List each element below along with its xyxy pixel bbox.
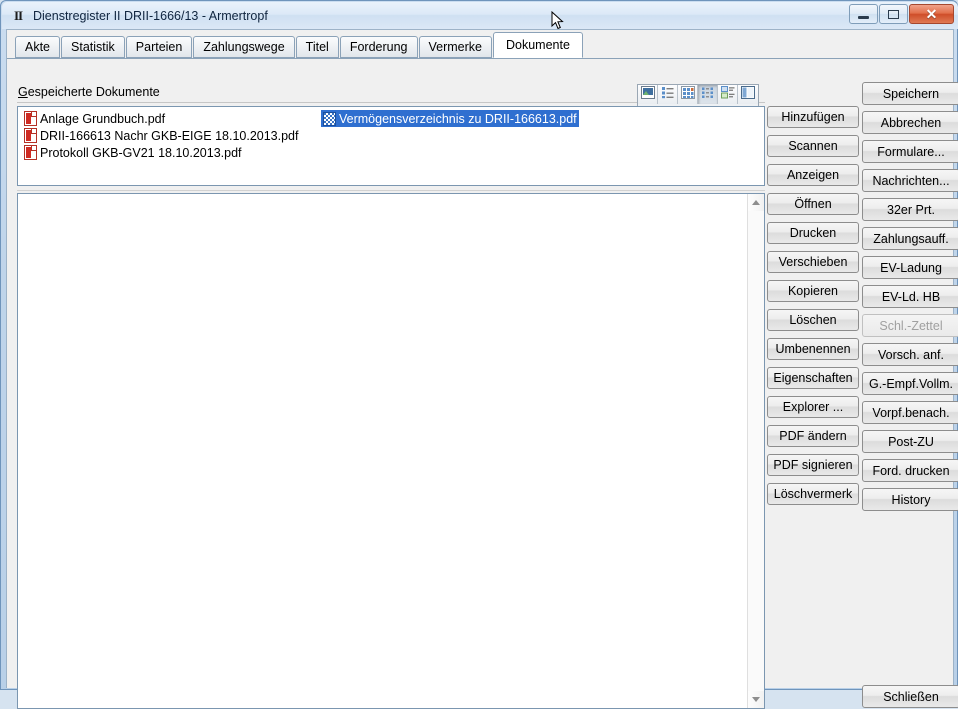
- tab-vermerke[interactable]: Vermerke: [418, 36, 492, 58]
- document-list-panel[interactable]: Anlage Grundbuch.pdf DRII-166613 Nachr G…: [17, 106, 765, 186]
- add-button[interactable]: Hinzufügen: [767, 106, 859, 128]
- pdf-file-icon: [24, 111, 37, 126]
- chevron-down-icon: [752, 697, 760, 702]
- window-title: Dienstregister II DRII-1666/13 - Armertr…: [33, 8, 268, 23]
- pdf-file-icon: [24, 145, 37, 160]
- document-column-right: Vermögensverzeichnis zu DRII-166613.pdf: [321, 110, 579, 127]
- view-mode-toolbar: [637, 84, 759, 107]
- client-area: Akte Statistik Parteien Zahlungswege Tit…: [6, 29, 958, 709]
- details-view-button[interactable]: [718, 85, 738, 104]
- restore-button[interactable]: [879, 4, 908, 24]
- group-label-text: espeicherte Dokumente: [27, 85, 160, 99]
- list-item-selected[interactable]: Vermögensverzeichnis zu DRII-166613.pdf: [321, 110, 579, 127]
- close-button[interactable]: ✕: [909, 4, 954, 24]
- save-button[interactable]: Speichern: [862, 82, 958, 105]
- scroll-down-button[interactable]: [748, 691, 764, 708]
- ev-ladung-button[interactable]: EV-Ladung: [862, 256, 958, 279]
- list-item[interactable]: Protokoll GKB-GV21 18.10.2013.pdf: [22, 144, 300, 161]
- tab-parteien[interactable]: Parteien: [125, 36, 193, 58]
- document-name: DRII-166613 Nachr GKB-EIGE 18.10.2013.pd…: [40, 128, 299, 143]
- forms-button[interactable]: Formulare...: [862, 140, 958, 163]
- tab-dokumente[interactable]: Dokumente: [493, 32, 583, 58]
- display-button[interactable]: Anzeigen: [767, 164, 859, 186]
- thumbnails-view-icon: [640, 85, 655, 104]
- group-label-accel: G: [18, 85, 28, 99]
- group-label: Gespeicherte Dokumente: [18, 85, 160, 99]
- ford-drucken-button[interactable]: Ford. drucken: [862, 459, 958, 482]
- application-window: II Dienstregister II DRII-1666/13 - Arme…: [0, 0, 958, 709]
- messages-button[interactable]: Nachrichten...: [862, 169, 958, 192]
- tiles-view-icon: [661, 86, 675, 104]
- delete-button[interactable]: Löschen: [767, 309, 859, 331]
- action-button-column: Hinzufügen Scannen Anzeigen Öffnen Druck…: [767, 106, 859, 512]
- document-name: Anlage Grundbuch.pdf: [40, 111, 166, 126]
- scan-button[interactable]: Scannen: [767, 135, 859, 157]
- minimize-button[interactable]: [849, 4, 878, 24]
- preview-pane-button[interactable]: [738, 85, 758, 104]
- list-view-icon: [701, 86, 715, 104]
- scroll-up-button[interactable]: [748, 194, 764, 211]
- list-item[interactable]: Anlage Grundbuch.pdf: [22, 110, 300, 127]
- selected-file-icon: [323, 111, 336, 126]
- close-button-wrap: Schließen: [862, 685, 958, 708]
- preview-vertical-scrollbar[interactable]: [747, 194, 764, 708]
- icons-view-icon: [680, 85, 695, 104]
- history-button[interactable]: History: [862, 488, 958, 511]
- document-preview-panel[interactable]: [17, 193, 765, 709]
- pdf-edit-button[interactable]: PDF ändern: [767, 425, 859, 447]
- schliessen-button[interactable]: Schließen: [862, 685, 958, 708]
- ii-glyph-icon: II: [13, 7, 23, 23]
- document-name: Protokoll GKB-GV21 18.10.2013.pdf: [40, 145, 242, 160]
- print-button[interactable]: Drucken: [767, 222, 859, 244]
- vorsch-anf-button[interactable]: Vorsch. anf.: [862, 343, 958, 366]
- schl-zettel-button: Schl.-Zettel: [862, 314, 958, 337]
- minimize-icon: [858, 15, 869, 19]
- details-view-icon: [720, 85, 735, 104]
- properties-button[interactable]: Eigenschaften: [767, 367, 859, 389]
- thumbnails-view-button[interactable]: [638, 85, 658, 104]
- list-item[interactable]: DRII-166613 Nachr GKB-EIGE 18.10.2013.pd…: [22, 127, 300, 144]
- open-button[interactable]: Öffnen: [767, 193, 859, 215]
- tab-underline: [7, 58, 953, 59]
- tab-forderung[interactable]: Forderung: [339, 36, 418, 58]
- move-button[interactable]: Verschieben: [767, 251, 859, 273]
- document-name: Vermögensverzeichnis zu DRII-166613.pdf: [339, 111, 577, 126]
- tab-akte[interactable]: Akte: [15, 36, 61, 58]
- tiles-view-button[interactable]: [658, 85, 678, 104]
- pdf-sign-button[interactable]: PDF signieren: [767, 454, 859, 476]
- document-column-left: Anlage Grundbuch.pdf DRII-166613 Nachr G…: [22, 110, 300, 161]
- preview-pane-icon: [741, 85, 755, 104]
- tab-bar: Akte Statistik Parteien Zahlungswege Tit…: [15, 32, 584, 58]
- scrollbar-track[interactable]: [748, 211, 764, 691]
- deletion-note-button[interactable]: Löschvermerk: [767, 483, 859, 505]
- close-icon: ✕: [925, 6, 938, 22]
- list-view-button[interactable]: [698, 85, 718, 104]
- explorer-button[interactable]: Explorer ...: [767, 396, 859, 418]
- g-empf-vollm-button[interactable]: G.-Empf.Vollm.: [862, 372, 958, 395]
- 32er-prt-button[interactable]: 32er Prt.: [862, 198, 958, 221]
- ev-ld-hb-button[interactable]: EV-Ld. HB: [862, 285, 958, 308]
- pdf-file-icon: [24, 128, 37, 143]
- vorpf-benach-button[interactable]: Vorpf.benach.: [862, 401, 958, 424]
- tab-statistik[interactable]: Statistik: [61, 36, 125, 58]
- tab-zahlungswege[interactable]: Zahlungswege: [193, 36, 295, 58]
- post-zu-button[interactable]: Post-ZU: [862, 430, 958, 453]
- copy-button[interactable]: Kopieren: [767, 280, 859, 302]
- icons-view-button[interactable]: [678, 85, 698, 104]
- rename-button[interactable]: Umbenennen: [767, 338, 859, 360]
- side-button-column: Speichern Abbrechen Formulare... Nachric…: [862, 82, 958, 517]
- cancel-button[interactable]: Abbrechen: [862, 111, 958, 134]
- restore-icon: [888, 9, 899, 19]
- window-controls: ✕: [849, 4, 954, 24]
- payment-request-button[interactable]: Zahlungsauff.: [862, 227, 958, 250]
- title-bar: II Dienstregister II DRII-1666/13 - Arme…: [2, 2, 958, 29]
- tab-titel[interactable]: Titel: [295, 36, 339, 58]
- chevron-up-icon: [752, 200, 760, 205]
